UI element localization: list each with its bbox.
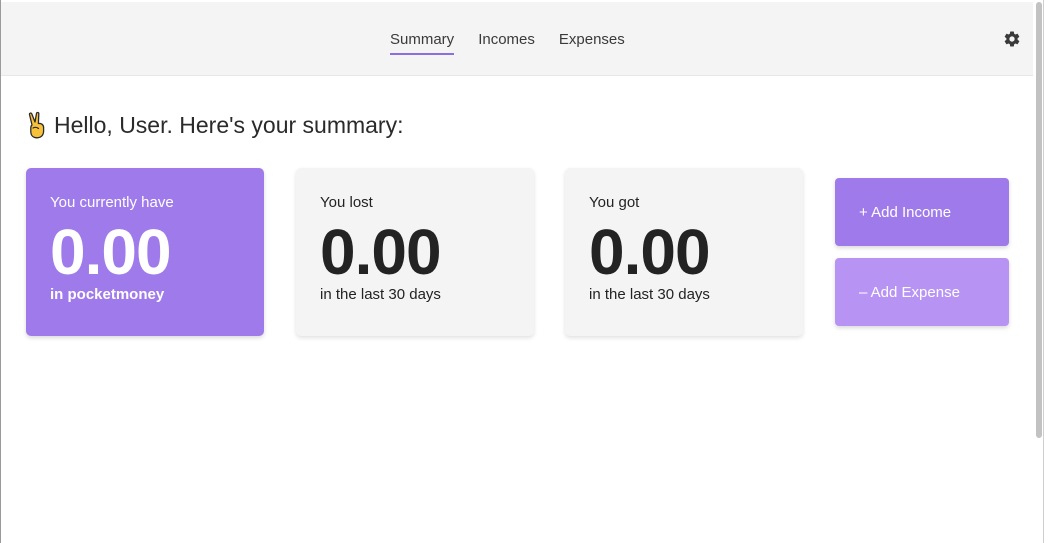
scrollbar-thumb[interactable] [1036, 2, 1042, 438]
tab-incomes[interactable]: Incomes [478, 30, 535, 55]
lost-sub: in the last 30 days [320, 286, 441, 303]
vertical-scrollbar[interactable] [1034, 0, 1043, 543]
gear-icon [1004, 31, 1020, 47]
top-navbar: Summary Incomes Expenses [1, 2, 1033, 76]
lost-label: You lost [320, 194, 373, 211]
lost-value: 0.00 [320, 216, 442, 288]
app-window: Summary Incomes Expenses Hello, User. He… [0, 0, 1044, 543]
lost-card: You lost 0.00 in the last 30 days [296, 168, 534, 336]
add-income-button[interactable]: + Add Income [835, 178, 1009, 246]
add-expense-button[interactable]: – Add Expense [835, 258, 1009, 326]
got-card: You got 0.00 in the last 30 days [565, 168, 803, 336]
got-label: You got [589, 194, 640, 211]
greeting-heading: Hello, User. Here's your summary: [26, 110, 403, 140]
balance-label: You currently have [50, 194, 174, 211]
balance-sub: in pocketmoney [50, 286, 165, 303]
nav-tabs: Summary Incomes Expenses [390, 30, 625, 55]
tab-expenses[interactable]: Expenses [559, 30, 625, 55]
got-sub: in the last 30 days [589, 286, 710, 303]
got-value: 0.00 [589, 216, 711, 288]
balance-card: You currently have 0.00 in pocketmoney [26, 168, 264, 336]
balance-value: 0.00 [50, 216, 172, 288]
settings-button[interactable] [1003, 30, 1021, 48]
greeting-text: Hello, User. Here's your summary: [54, 112, 404, 138]
tab-summary[interactable]: Summary [390, 30, 455, 55]
victory-hand-icon [28, 111, 45, 139]
